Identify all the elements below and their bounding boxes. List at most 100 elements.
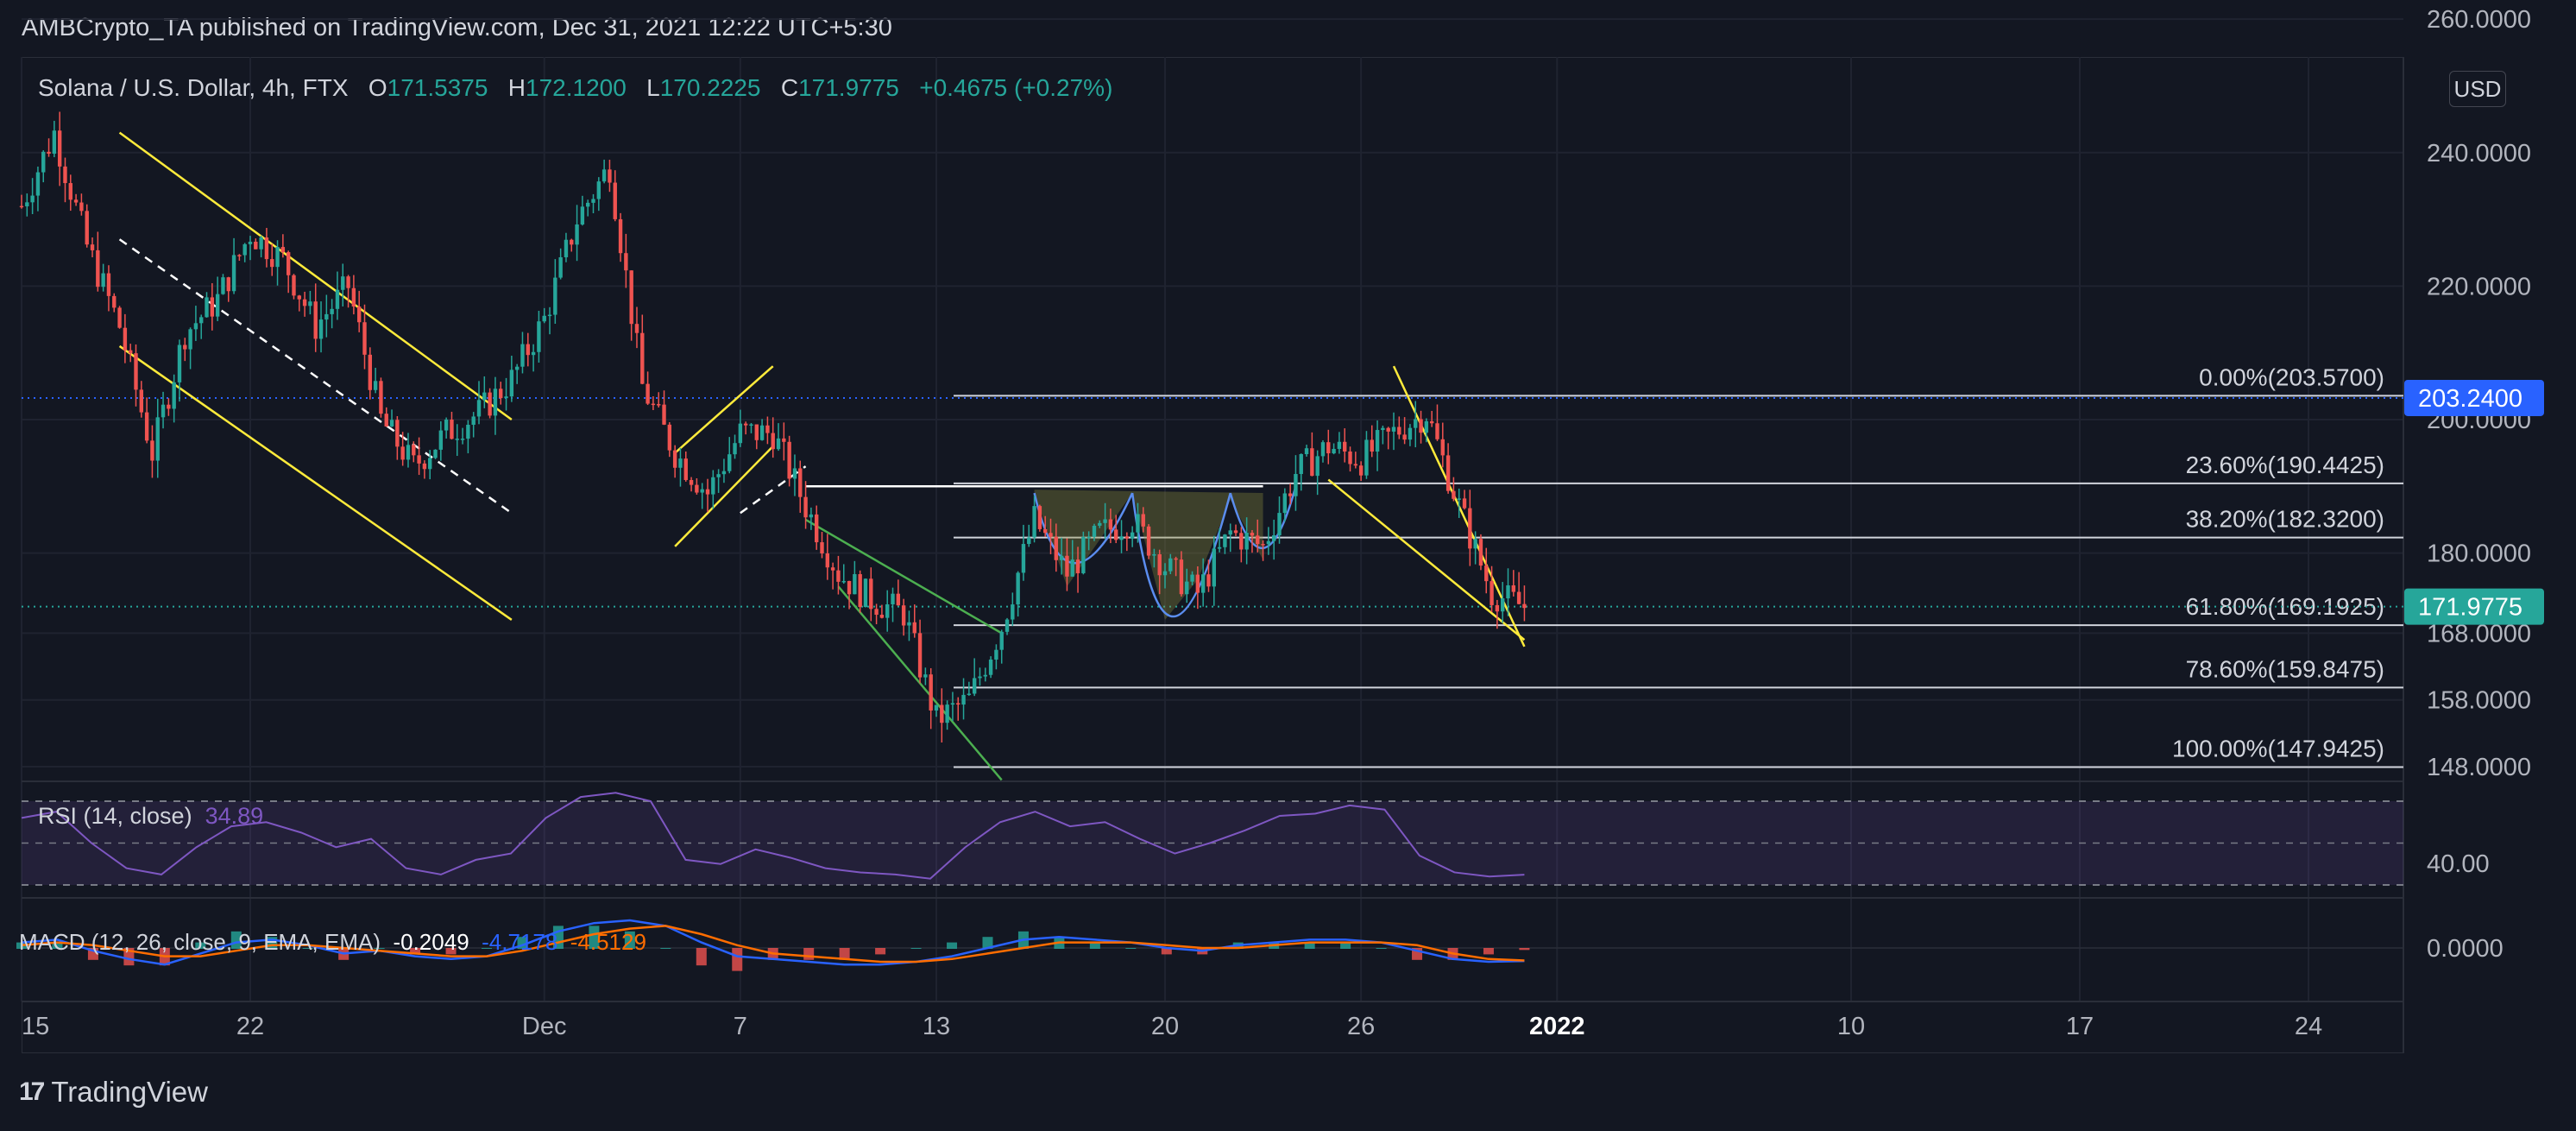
candle-body [330, 308, 334, 314]
candlestick-series [19, 111, 1527, 743]
candle-body [493, 389, 498, 416]
candle-body [526, 344, 530, 356]
candle-body [1522, 603, 1527, 609]
candle-body [1223, 534, 1227, 547]
candle-body [1070, 559, 1074, 577]
candle-body [912, 622, 916, 634]
candle-body [765, 425, 770, 433]
candle-body [205, 297, 209, 318]
candle-body [967, 693, 972, 695]
price-tick-label: 148.0000 [2427, 754, 2531, 781]
candle-body [466, 424, 470, 439]
candle-body [1282, 493, 1288, 514]
candle-body [101, 273, 105, 287]
time-tick-label: 17 [2066, 1013, 2094, 1040]
candle-body [596, 181, 601, 199]
candle-body [1239, 533, 1244, 550]
candle-body [689, 479, 694, 485]
candle-body [678, 458, 683, 468]
candle-body [836, 570, 841, 582]
currency-selector[interactable]: USD [2449, 71, 2506, 107]
price-tag-label: 203.2400 [2418, 385, 2522, 413]
low-value: 170.2225 [659, 74, 761, 101]
candle-body [983, 674, 987, 677]
candle-body [308, 301, 312, 306]
rsi-pane [21, 792, 2403, 886]
time-tick-label: 24 [2295, 1013, 2322, 1040]
candle-body [705, 489, 710, 495]
candle-body [324, 313, 329, 320]
macd-histogram-bar [947, 942, 958, 949]
change-value: +0.4675 (+0.27%) [919, 74, 1113, 101]
candle-body [341, 276, 345, 290]
candle-body [1250, 533, 1255, 536]
candle-body [1337, 441, 1342, 449]
candle-body [624, 253, 628, 271]
candle-body [1375, 430, 1380, 452]
candle-body [1370, 439, 1374, 452]
candle-body [199, 317, 204, 324]
candle-body [1136, 514, 1140, 533]
candle-body [488, 392, 492, 416]
candle-body [504, 396, 508, 399]
rsi-legend[interactable]: RSI (14, close) 34.89 [38, 803, 263, 830]
candle-body [1468, 508, 1472, 549]
high-value: 172.1200 [526, 74, 627, 101]
candle-body [85, 211, 89, 245]
candle-body [520, 344, 525, 367]
candle-body [1397, 426, 1401, 435]
time-tick-label: Dec [522, 1013, 567, 1040]
chart-canvas[interactable]: 0.00%(203.5700) 23.60%(190.4425) 38.20%(18… [0, 0, 2576, 1131]
candle-body [830, 567, 835, 571]
candle-body [640, 332, 645, 384]
symbol-legend[interactable]: Solana / U.S. Dollar, 4h, FTX O171.5375 … [38, 74, 1112, 102]
candle-body [1381, 427, 1385, 431]
candle-body [1228, 530, 1232, 535]
candle-body [553, 277, 557, 315]
macd-histogram-bar [732, 948, 743, 971]
candle-body [1032, 506, 1036, 538]
time-tick-label: 7 [734, 1013, 747, 1040]
candle-body [514, 366, 520, 370]
candle-body [743, 423, 748, 426]
candle-body [389, 420, 394, 426]
price-tick-label: 158.0000 [2427, 687, 2531, 715]
candle-body [820, 542, 824, 553]
candle-body [869, 578, 873, 610]
candle-body [1005, 619, 1010, 632]
candle-body [1162, 571, 1168, 576]
candle-body [1124, 536, 1130, 539]
candle-body [575, 224, 579, 245]
rsi-value: 34.89 [205, 803, 264, 829]
fib-level-label: 23.60%(190.4425) [2186, 452, 2384, 478]
time-tick-label: 10 [1837, 1013, 1865, 1040]
candle-body [754, 424, 759, 440]
candle-body [128, 350, 133, 354]
candle-body [564, 239, 569, 257]
candle-body [1320, 442, 1326, 457]
macd-histogram-bar [1519, 948, 1530, 951]
candle-body [934, 705, 939, 711]
macd-histogram-bar [1483, 948, 1494, 955]
fib-level-label: 100.00%(147.9425) [2172, 735, 2384, 761]
candle-body [1075, 559, 1080, 573]
candle-body [1511, 584, 1516, 592]
time-tick-label: 22 [236, 1013, 264, 1040]
candle-body [1348, 451, 1352, 464]
candle-body [450, 419, 454, 439]
candle-body [733, 443, 737, 455]
candle-body [1179, 559, 1184, 595]
candle-body [1440, 439, 1445, 456]
candle-body [1092, 525, 1097, 537]
candle-body [662, 404, 666, 425]
candle-body [1478, 539, 1483, 566]
candle-body [798, 468, 803, 497]
candle-body [210, 297, 215, 317]
candle-body [1212, 548, 1216, 587]
time-tick-label: 15 [22, 1013, 49, 1040]
macd-legend[interactable]: MACD (12, 26, close, 9, EMA, EMA) -0.204… [19, 929, 646, 956]
candle-body [280, 247, 286, 253]
candle-body [1190, 574, 1194, 582]
tradingview-logo[interactable]: 17 TradingView [19, 1076, 208, 1109]
candle-body [1343, 441, 1347, 452]
